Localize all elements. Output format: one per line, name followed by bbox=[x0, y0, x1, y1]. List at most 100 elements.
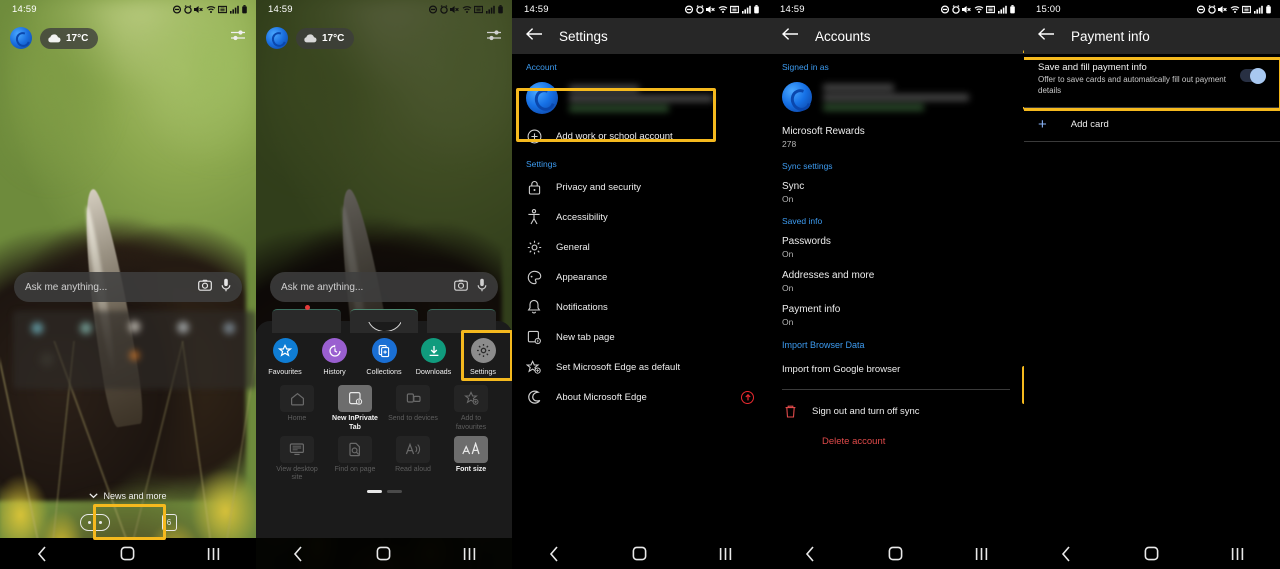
row-label: About Microsoft Edge bbox=[556, 391, 647, 403]
plus-circle-icon bbox=[526, 129, 542, 144]
news-and-more-row[interactable]: News and more bbox=[0, 491, 256, 501]
sheet-page-indicator[interactable] bbox=[256, 490, 512, 493]
nav-back-button[interactable] bbox=[535, 545, 575, 562]
quick-action-settings[interactable]: Settings bbox=[461, 338, 505, 376]
menu-more-button[interactable] bbox=[79, 513, 110, 531]
page-title: Accounts bbox=[815, 28, 871, 44]
edge-bottom-bar: 6 bbox=[0, 506, 256, 538]
menu-item-find-on-page[interactable]: Find on page bbox=[326, 435, 384, 484]
accessibility-icon bbox=[526, 209, 542, 225]
tab-switcher-button[interactable]: 6 bbox=[161, 513, 177, 531]
row-import-from-google-browser[interactable]: Import from Google browser bbox=[768, 354, 1024, 385]
nav-recents-button[interactable] bbox=[705, 547, 745, 561]
search-bar[interactable]: Ask me anything... bbox=[14, 272, 242, 302]
link-import-browser-data[interactable]: Import Browser Data bbox=[768, 331, 1024, 354]
edge-logo-icon bbox=[526, 390, 542, 405]
inprivate-tab-icon bbox=[338, 385, 372, 412]
account-card[interactable] bbox=[512, 75, 768, 121]
microsoft-rewards[interactable]: Microsoft Rewards 278 bbox=[768, 119, 1024, 153]
profile-avatar[interactable] bbox=[266, 27, 288, 49]
row-passwords[interactable]: Passwords On bbox=[768, 229, 1024, 263]
menu-item-new-inprivate-tab[interactable]: New InPrivate Tab bbox=[326, 385, 384, 433]
weather-pill[interactable]: 17°C bbox=[40, 27, 99, 49]
screenshot-strip: 14:59 17°C Ask me anything... News and m… bbox=[0, 0, 1280, 569]
signal-bars-icon bbox=[229, 5, 239, 14]
tune-settings-icon[interactable] bbox=[231, 29, 246, 47]
nav-home-button[interactable] bbox=[876, 546, 916, 561]
row-addresses-and-more[interactable]: Addresses and more On bbox=[768, 263, 1024, 297]
row-add-work-or-school-account[interactable]: Add work or school account bbox=[512, 121, 768, 151]
quick-action-favourites[interactable]: Favourites bbox=[263, 338, 307, 376]
nav-back-button[interactable] bbox=[23, 545, 63, 562]
news-feed-cards-blurred[interactable] bbox=[13, 311, 256, 389]
nav-back-button[interactable] bbox=[791, 545, 831, 562]
back-arrow-icon[interactable] bbox=[781, 27, 799, 46]
back-arrow-icon[interactable] bbox=[525, 27, 543, 46]
nav-recents-button[interactable] bbox=[449, 547, 489, 561]
camera-icon[interactable] bbox=[454, 278, 468, 296]
menu-item-send-to-devices[interactable]: Send to devices bbox=[384, 385, 442, 433]
quick-action-label: History bbox=[323, 367, 346, 376]
menu-item-label: View desktop site bbox=[276, 465, 318, 482]
camera-icon[interactable] bbox=[198, 278, 212, 296]
row-add-card[interactable]: + Add card bbox=[1024, 108, 1280, 141]
back-arrow-icon[interactable] bbox=[1037, 27, 1055, 46]
tune-settings-icon[interactable] bbox=[487, 29, 502, 47]
sidebar-item-notifications[interactable]: Notifications bbox=[512, 292, 768, 322]
microphone-icon[interactable] bbox=[477, 278, 487, 297]
quick-action-collections[interactable]: Collections bbox=[362, 338, 406, 376]
microphone-icon[interactable] bbox=[221, 278, 231, 297]
menu-item-read-aloud[interactable]: Read aloud bbox=[384, 435, 442, 484]
alarm-icon bbox=[183, 4, 192, 14]
nav-home-button[interactable] bbox=[108, 546, 148, 561]
sidebar-item-privacy-and-security[interactable]: Privacy and security bbox=[512, 172, 768, 202]
nav-home-button[interactable] bbox=[364, 546, 404, 561]
sidebar-item-appearance[interactable]: Appearance bbox=[512, 262, 768, 292]
new-tab-page-icon bbox=[526, 330, 542, 345]
quick-action-label: Favourites bbox=[268, 367, 302, 376]
mute-icon bbox=[450, 5, 459, 13]
save-and-fill-toggle[interactable] bbox=[1240, 67, 1266, 84]
menu-item-view-desktop-site[interactable]: View desktop site bbox=[268, 435, 326, 484]
search-bar[interactable]: Ask me anything... bbox=[270, 272, 498, 302]
menu-item-home[interactable]: Home bbox=[268, 385, 326, 433]
row-delete-account[interactable]: Delete account bbox=[768, 426, 1024, 457]
account-name-email-blurred bbox=[569, 84, 754, 112]
sidebar-item-general[interactable]: General bbox=[512, 232, 768, 262]
signed-in-account[interactable] bbox=[768, 75, 1024, 119]
quick-action-history[interactable]: History bbox=[313, 338, 357, 376]
page-title: Settings bbox=[559, 28, 608, 44]
row-payment-info[interactable]: Payment info On bbox=[768, 297, 1024, 331]
battery-icon bbox=[1266, 4, 1271, 13]
sheet-drag-handle[interactable] bbox=[367, 322, 401, 331]
row-sync[interactable]: Sync On bbox=[768, 174, 1024, 208]
row-sign-out-and-turn-off-sync[interactable]: Sign out and turn off sync bbox=[768, 396, 1024, 426]
menu-item-add-to-favourites[interactable]: Add to favourites bbox=[442, 385, 500, 433]
star-plus-icon bbox=[454, 385, 488, 412]
sidebar-item-set-edge-as-default[interactable]: Set Microsoft Edge as default bbox=[512, 352, 768, 382]
section-header-account: Account bbox=[526, 62, 557, 72]
sidebar-item-accessibility[interactable]: Accessibility bbox=[512, 202, 768, 232]
weather-pill[interactable]: 17°C bbox=[296, 27, 355, 49]
nav-recents-button[interactable] bbox=[193, 547, 233, 561]
desktop-monitor-icon bbox=[280, 435, 314, 463]
search-input-placeholder[interactable]: Ask me anything... bbox=[281, 282, 445, 293]
menu-item-font-size[interactable]: Font size bbox=[442, 435, 500, 484]
sidebar-item-new-tab-page[interactable]: New tab page bbox=[512, 322, 768, 352]
nav-recents-button[interactable] bbox=[1217, 547, 1257, 561]
search-input-placeholder[interactable]: Ask me anything... bbox=[25, 282, 189, 293]
nfc-icon bbox=[986, 5, 995, 13]
download-arrow-icon bbox=[421, 338, 446, 363]
nav-home-button[interactable] bbox=[620, 546, 660, 561]
android-nav-bar bbox=[256, 538, 512, 569]
nav-back-button[interactable] bbox=[279, 545, 319, 562]
nav-back-button[interactable] bbox=[1047, 545, 1087, 562]
profile-avatar[interactable] bbox=[10, 27, 32, 49]
row-save-and-fill-payment-info[interactable]: Save and fill payment info Offer to save… bbox=[1024, 54, 1280, 107]
sidebar-item-about-microsoft-edge[interactable]: About Microsoft Edge bbox=[512, 382, 768, 412]
app-bar: Payment info bbox=[1024, 18, 1280, 54]
nav-home-button[interactable] bbox=[1132, 546, 1172, 561]
nav-recents-button[interactable] bbox=[961, 547, 1001, 561]
panel-edge-home: 14:59 17°C Ask me anything... News and m… bbox=[0, 0, 256, 569]
quick-action-downloads[interactable]: Downloads bbox=[412, 338, 456, 376]
